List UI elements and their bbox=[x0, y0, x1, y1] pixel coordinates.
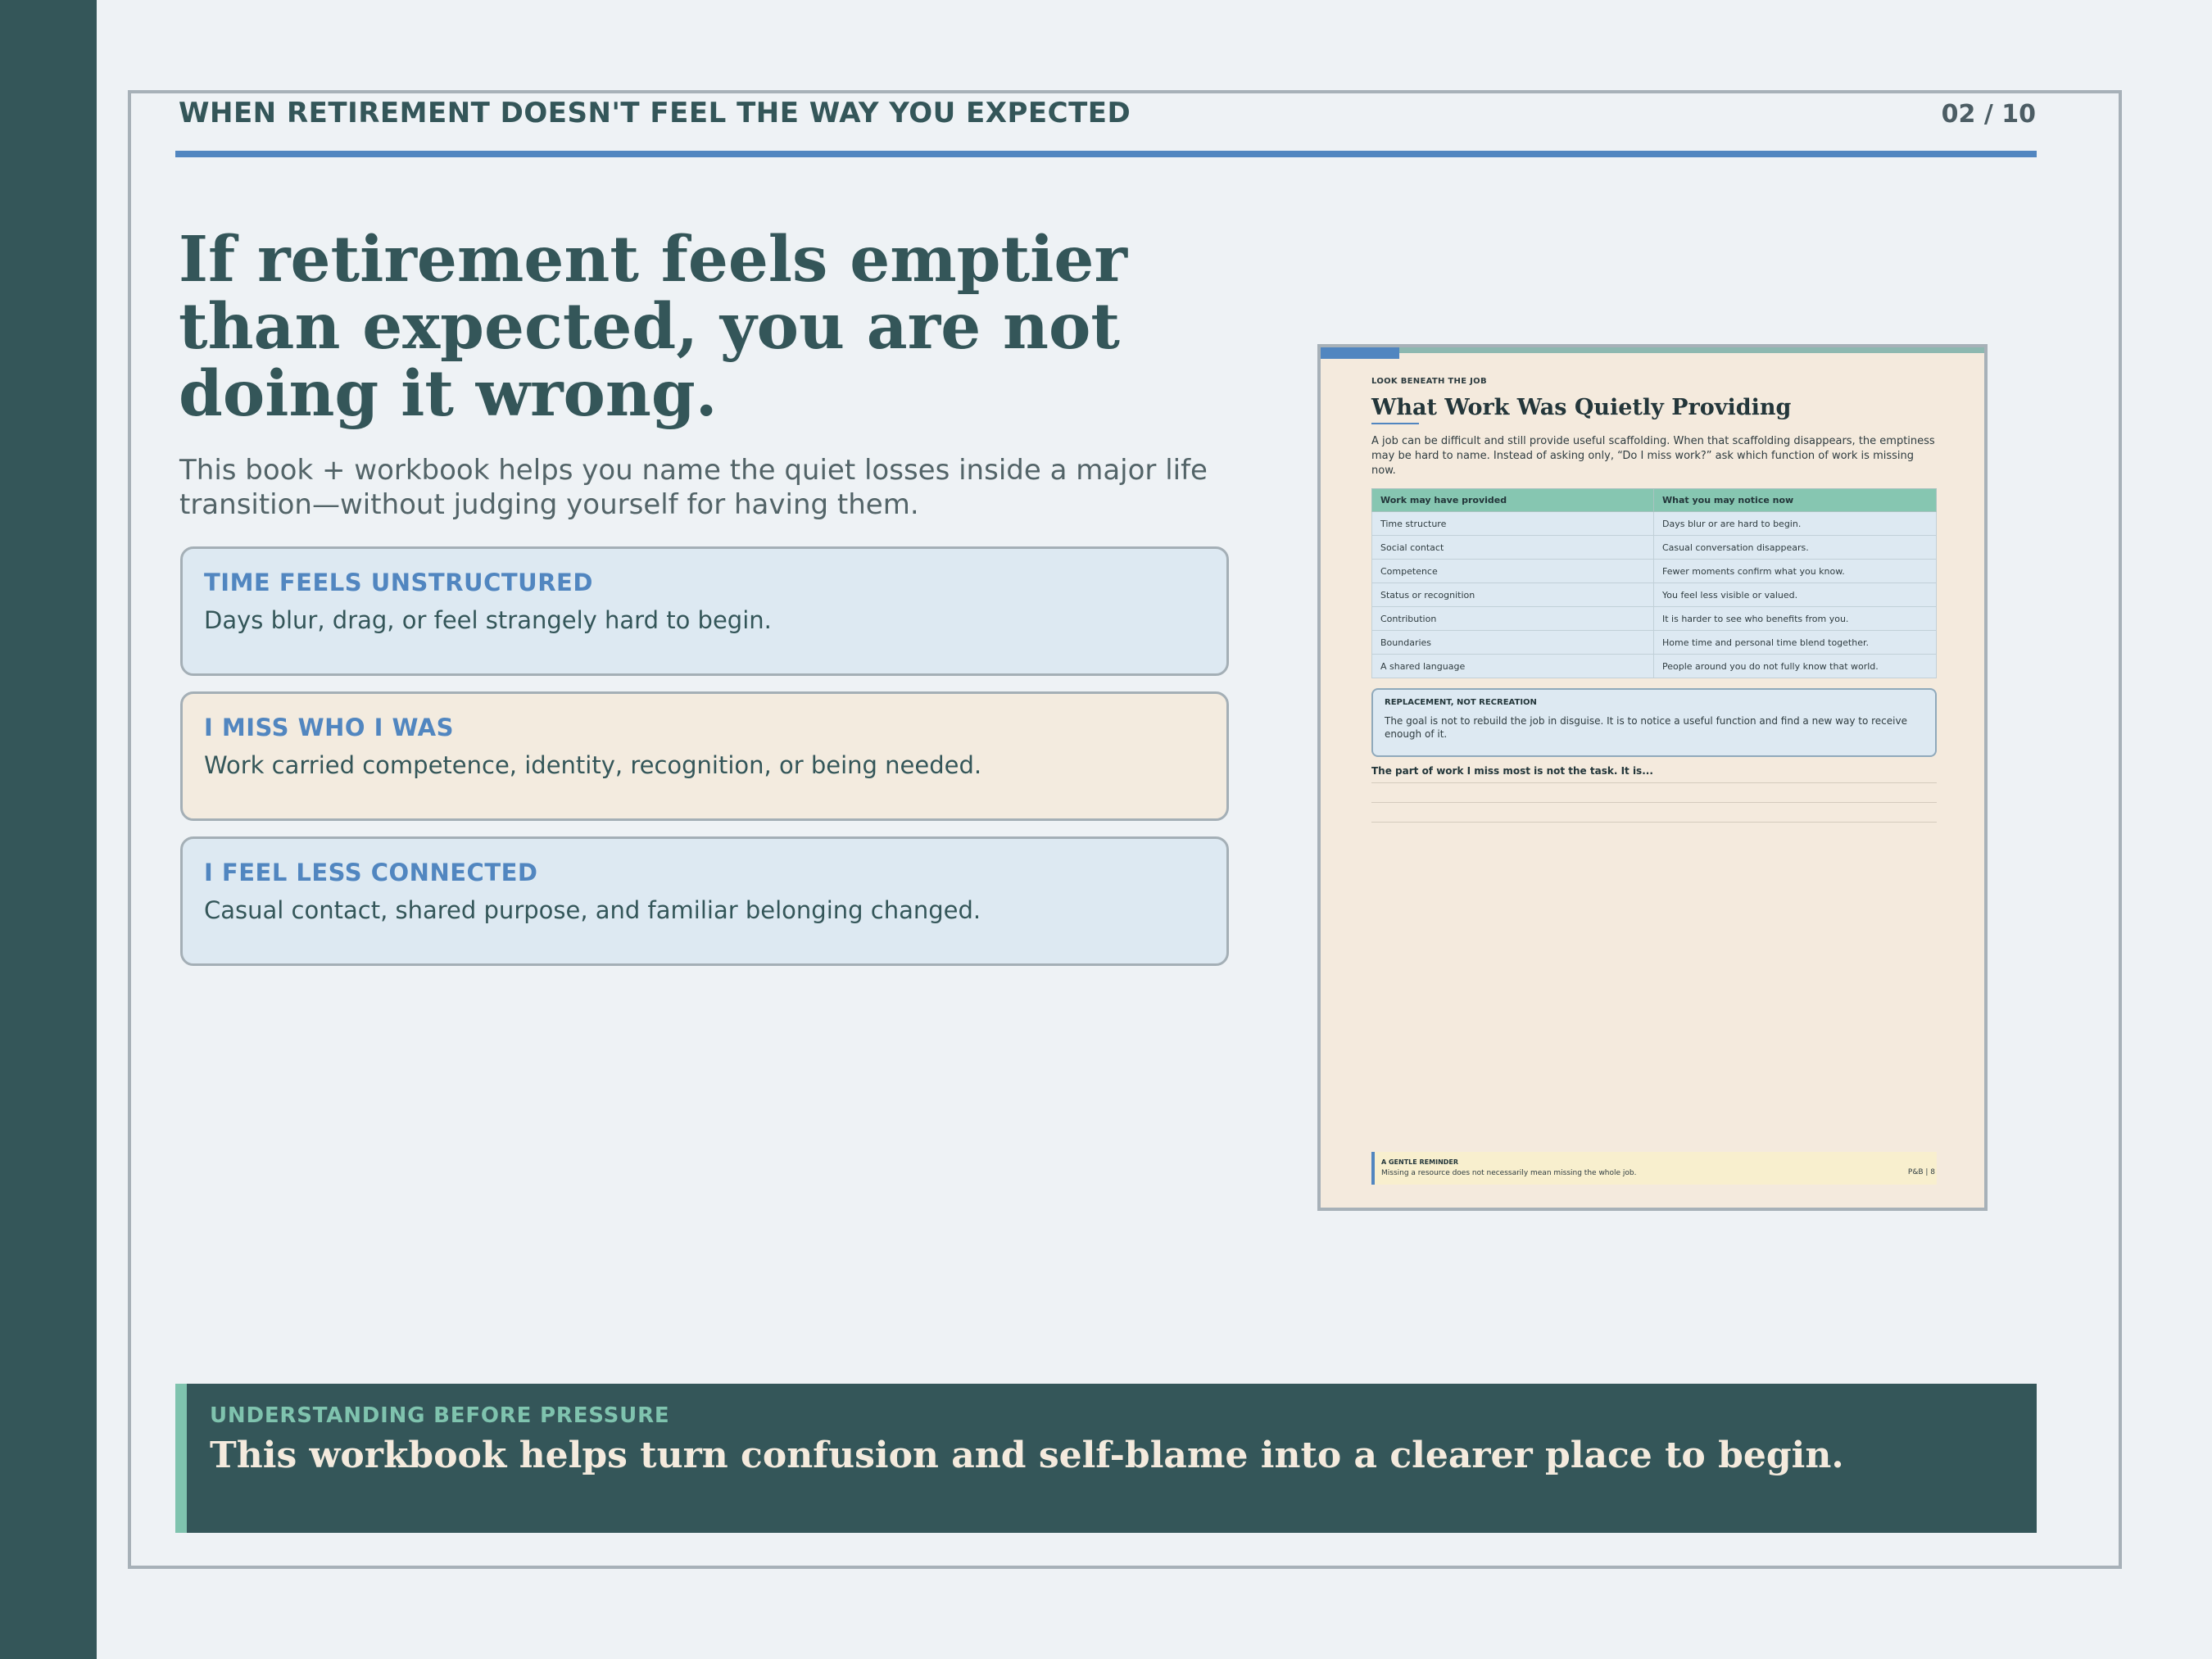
table-row: Contribution It is harder to see who bene… bbox=[1371, 606, 1937, 631]
preview-title-rule bbox=[1371, 423, 1419, 424]
workbook-page-preview: LOOK BENEATH THE JOB What Work Was Quiet… bbox=[1317, 344, 1988, 1211]
banner-accent bbox=[175, 1384, 187, 1533]
card-text: Work carried competence, identity, recog… bbox=[204, 751, 982, 779]
table-cell: It is harder to see who benefits from yo… bbox=[1653, 606, 1937, 631]
table-cell: Status or recognition bbox=[1371, 582, 1654, 607]
table-cell: Days blur or are hard to begin. bbox=[1653, 511, 1937, 536]
preview-eyebrow: LOOK BENEATH THE JOB bbox=[1371, 377, 1487, 386]
table-row: Time structure Days blur or are hard to b… bbox=[1371, 511, 1937, 536]
table-cell: Casual conversation disappears. bbox=[1653, 535, 1937, 560]
feeling-card: TIME FEELS UNSTRUCTURED Days blur, drag,… bbox=[180, 546, 1229, 676]
left-accent-bar bbox=[0, 0, 97, 1659]
table-cell: Home time and personal time blend togeth… bbox=[1653, 630, 1937, 655]
writing-line bbox=[1371, 782, 1937, 783]
banner-statement: This workbook helps turn confusion and s… bbox=[210, 1435, 1844, 1476]
feeling-card: I MISS WHO I WAS Work carried competence… bbox=[180, 691, 1229, 821]
table-header-cell: Work may have provided bbox=[1371, 488, 1654, 512]
writing-line bbox=[1371, 822, 1937, 823]
table-row: Boundaries Home time and personal time bl… bbox=[1371, 630, 1937, 655]
headline: If retirement feels emptier than expecte… bbox=[179, 223, 1127, 431]
preview-table: Work may have provided What you may noti… bbox=[1371, 488, 1937, 678]
table-cell: Competence bbox=[1371, 559, 1654, 583]
table-header-row: Work may have provided What you may noti… bbox=[1371, 488, 1937, 512]
table-row: Competence Fewer moments confirm what you… bbox=[1371, 559, 1937, 583]
table-header-cell: What you may notice now bbox=[1653, 488, 1937, 512]
table-cell: You feel less visible or valued. bbox=[1653, 582, 1937, 607]
table-cell: Contribution bbox=[1371, 606, 1654, 631]
preview-title: What Work Was Quietly Providing bbox=[1371, 395, 1792, 420]
card-title: I FEEL LESS CONNECTED bbox=[204, 859, 538, 886]
subheadline: This book + workbook helps you name the … bbox=[179, 454, 1208, 521]
card-text: Days blur, drag, or feel strangely hard … bbox=[204, 606, 772, 634]
table-cell: Fewer moments confirm what you know. bbox=[1653, 559, 1937, 583]
header-rule bbox=[175, 151, 2037, 157]
table-cell: Time structure bbox=[1371, 511, 1654, 536]
page-indicator: 02 / 10 bbox=[1941, 100, 2036, 129]
preview-top-bar bbox=[1321, 347, 1984, 353]
table-row: Status or recognition You feel less visib… bbox=[1371, 582, 1937, 607]
reminder-text: Missing a resource does not necessarily … bbox=[1381, 1169, 1637, 1177]
slide-header-title: WHEN RETIREMENT DOESN'T FEEL THE WAY YOU… bbox=[179, 97, 1131, 129]
preview-top-tab bbox=[1321, 347, 1399, 359]
card-text: Casual contact, shared purpose, and fami… bbox=[204, 896, 981, 924]
preview-page-number: P&B | 8 bbox=[1907, 1168, 1935, 1176]
preview-intro: A job can be difficult and still provide… bbox=[1371, 435, 1935, 477]
callout-title: REPLACEMENT, NOT RECREATION bbox=[1385, 698, 1537, 707]
card-title: TIME FEELS UNSTRUCTURED bbox=[204, 569, 593, 596]
preview-callout: REPLACEMENT, NOT RECREATION The goal is … bbox=[1371, 688, 1937, 757]
table-cell: People around you do not fully know that… bbox=[1653, 654, 1937, 678]
reminder-title: A GENTLE REMINDER bbox=[1381, 1158, 1459, 1166]
gentle-reminder: A GENTLE REMINDER Missing a resource doe… bbox=[1371, 1152, 1937, 1185]
table-row: A shared language People around you do no… bbox=[1371, 654, 1937, 678]
feeling-card: I FEEL LESS CONNECTED Casual contact, sh… bbox=[180, 836, 1229, 966]
writing-line bbox=[1371, 802, 1937, 803]
banner-kicker: UNDERSTANDING BEFORE PRESSURE bbox=[210, 1403, 670, 1428]
table-cell: A shared language bbox=[1371, 654, 1654, 678]
table-cell: Boundaries bbox=[1371, 630, 1654, 655]
writing-prompt: The part of work I miss most is not the … bbox=[1371, 765, 1653, 777]
callout-text: The goal is not to rebuild the job in di… bbox=[1385, 715, 1907, 740]
bottom-banner: UNDERSTANDING BEFORE PRESSURE This workb… bbox=[175, 1384, 2037, 1533]
table-row: Social contact Casual conversation disapp… bbox=[1371, 535, 1937, 560]
card-title: I MISS WHO I WAS bbox=[204, 714, 455, 741]
table-cell: Social contact bbox=[1371, 535, 1654, 560]
